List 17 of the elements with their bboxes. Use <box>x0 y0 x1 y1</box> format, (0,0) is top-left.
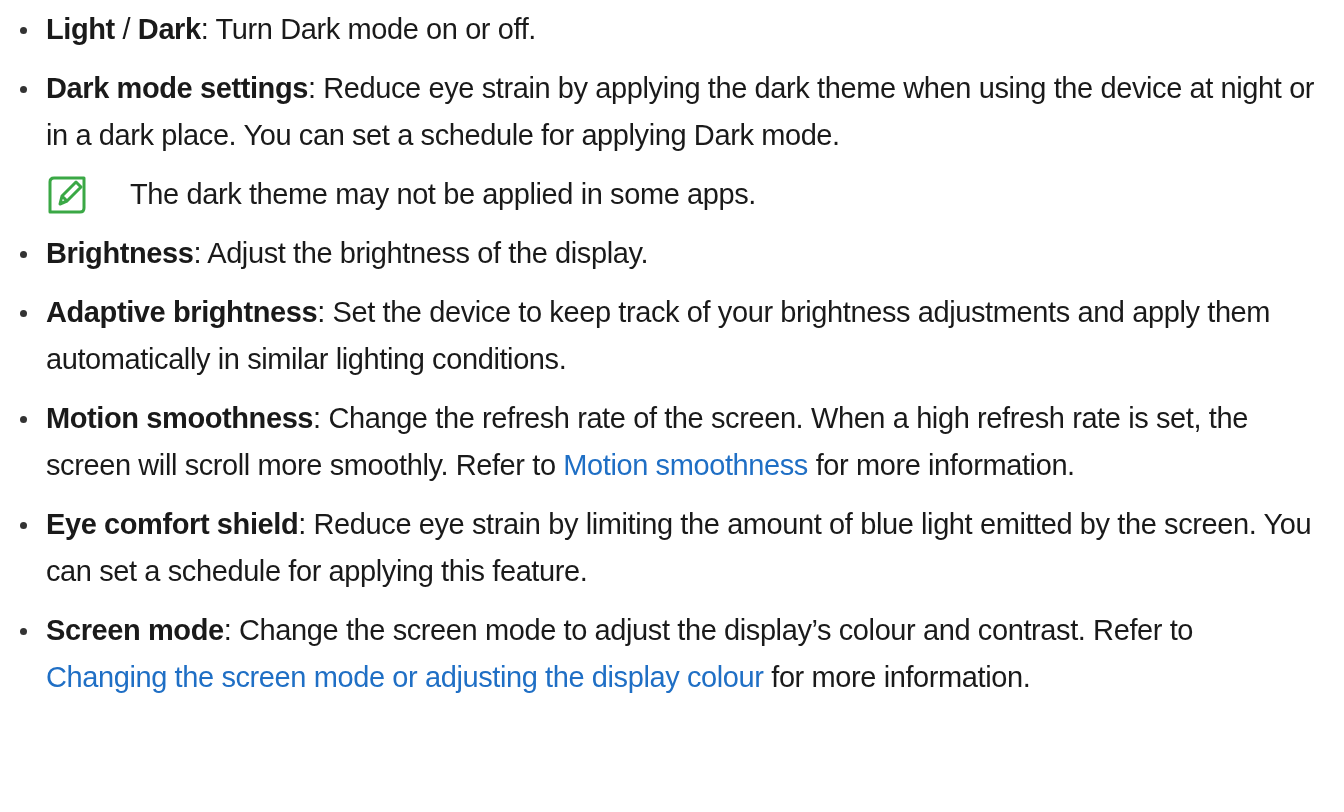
bullet-icon <box>20 628 27 635</box>
bullet-text: Light / Dark: Turn Dark mode on or off. <box>46 12 537 47</box>
bullet-icon <box>20 251 27 258</box>
bullet-icon <box>20 522 27 529</box>
bullet-icon <box>20 86 27 93</box>
note-text: The dark theme may not be applied in some apps. <box>130 177 756 212</box>
bullet-text: Adaptive brightness: Set the device to keep track of your brightness adjustments and apply them automatically in similar lighting conditions. <box>46 295 1272 377</box>
bullet-text: Motion smoothness: Change the refresh rate of the screen. When a high refresh rate is set, the screen will scroll more smoothly. Refer to Motion smoothness for more information. <box>46 401 1249 483</box>
bullet-icon <box>20 416 27 423</box>
link[interactable]: Motion smoothness <box>563 449 808 481</box>
bullet-text: Screen mode: Change the screen mode to adjust the display’s colour and contrast. Refer to Changing the screen mode or adjusting the display colour for more information. <box>46 613 1195 695</box>
bullet-text: Dark mode settings: Reduce eye strain by applying the dark theme when using the device at night or in a dark place. You can set a schedule for applying Dark mode. <box>46 71 1316 153</box>
link[interactable]: Changing the screen mode or adjusting the display colour <box>46 661 764 693</box>
bullet-text: Brightness: Adjust the brightness of the display. <box>46 236 650 271</box>
bullet-icon <box>20 310 27 317</box>
bullet-icon <box>20 27 27 34</box>
bullet-text: Eye comfort shield: Reduce eye strain by limiting the amount of blue light emitted by the screen. You can set a schedule for applying this feature. <box>46 507 1313 589</box>
